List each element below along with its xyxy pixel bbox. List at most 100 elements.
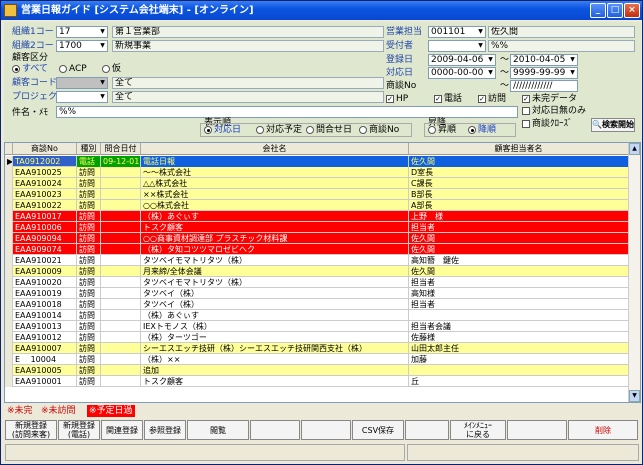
cell-kind: 訪問: [77, 299, 101, 310]
toroku-to-select[interactable]: 2010-04-05 ▼: [510, 54, 578, 66]
cell-no: EAA910019: [13, 288, 77, 299]
main-menu-button[interactable]: ﾒｲﾝﾒﾆｭｰ に戻る: [450, 420, 506, 440]
row-indicator: [5, 277, 13, 288]
csv-button[interactable]: CSV保存: [352, 420, 404, 440]
shodan-input[interactable]: /////////////: [510, 80, 578, 92]
table-row[interactable]: EAA910025 訪問 ～～株式会社 D室長: [5, 167, 629, 178]
taio-to-select[interactable]: 9999-99-99 ▼: [510, 67, 578, 79]
taio-from-select[interactable]: 0000-00-00 ▼: [428, 67, 496, 79]
table-row[interactable]: EAA910006 訪問 トスク顧客 担当者: [5, 222, 629, 233]
table-row[interactable]: EAA910009 訪問 月来締/全体会議 佐久間: [5, 266, 629, 277]
view-button[interactable]: 閲覧: [187, 420, 249, 440]
minimize-button[interactable]: _: [590, 3, 606, 18]
toroku-from-select[interactable]: 2009-04-06 ▼: [428, 54, 496, 66]
cell-no: EAA910022: [13, 200, 77, 211]
maximize-button[interactable]: □: [607, 3, 623, 18]
cell-kind: 訪問: [77, 354, 101, 365]
cell-company: ××株式会社: [141, 189, 409, 200]
table-row[interactable]: EAA910020 訪問 タツベイモマトリタツ（株） 担当者: [5, 277, 629, 288]
cell-kind: 訪問: [77, 288, 101, 299]
cell-person: 担当者会議: [409, 321, 629, 332]
blank-button-2[interactable]: [301, 420, 351, 440]
taio-nashi-checkbox[interactable]: 対応日無のみ: [522, 105, 586, 117]
col-date[interactable]: 問合日付: [101, 143, 141, 155]
scroll-up-icon[interactable]: ▲: [629, 143, 640, 155]
cell-company: ○○商事資材調達部 プラスチック材料課: [141, 233, 409, 244]
asc-radio[interactable]: 昇順: [428, 124, 456, 136]
col-person[interactable]: 顧客担当者名: [409, 143, 629, 155]
row-indicator: [5, 299, 13, 310]
cell-company: タツベイモマトリタツ（株）: [141, 277, 409, 288]
blank-button-3[interactable]: [405, 420, 449, 440]
kubun-all-radio[interactable]: すべて: [12, 63, 48, 75]
related-button[interactable]: 関連登録: [101, 420, 143, 440]
cell-company: 月来締/全体会議: [141, 266, 409, 277]
new-tel-button[interactable]: 新規登録 (電話): [58, 420, 100, 440]
cell-kind: 訪問: [77, 233, 101, 244]
cell-no: TA0912002: [13, 156, 77, 167]
kubun-acp-radio[interactable]: ACP: [59, 63, 87, 75]
eigyo-code-select[interactable]: 001101 ▼: [428, 26, 486, 38]
table-row[interactable]: EAA910017 訪問 （株）あぐぃす 上野 様: [5, 211, 629, 222]
hp-checkbox[interactable]: ✓ HP: [386, 93, 408, 105]
uketsuke-select[interactable]: ▼: [428, 40, 486, 52]
table-row[interactable]: EAA910019 訪問 タツベイ（株） 高知様: [5, 288, 629, 299]
table-row[interactable]: EAA910014 訪問 （株）あぐぃす: [5, 310, 629, 321]
visit-checkbox[interactable]: ✓ 訪問: [478, 93, 506, 105]
scroll-down-icon[interactable]: ▼: [629, 390, 640, 402]
new-visit-button[interactable]: 新規登録 (訪問来客): [5, 420, 57, 440]
sort-yotei-radio[interactable]: 対応予定: [256, 124, 302, 136]
ref-button[interactable]: 参照登録: [144, 420, 186, 440]
kokyaku-code-select[interactable]: ▼: [56, 77, 108, 89]
kenmei-input[interactable]: %%: [56, 106, 518, 118]
cell-company: ～～株式会社: [141, 167, 409, 178]
table-row[interactable]: EAA909074 訪問 （株）タ知コツツマロゼビヘク 佐久間: [5, 244, 629, 255]
table-row[interactable]: EAA910013 訪問 IEXトモノス（株） 担当者会議: [5, 321, 629, 332]
kumi1-code-select[interactable]: 17 ▼: [56, 26, 108, 38]
kumi2-code-select[interactable]: 1700 ▼: [56, 40, 108, 52]
blank-button-1[interactable]: [250, 420, 300, 440]
blank-button-4[interactable]: [507, 420, 567, 440]
table-row[interactable]: E 10004 訪問 （株）×× 加藤: [5, 354, 629, 365]
sort-taio-radio[interactable]: 対応日: [204, 124, 241, 136]
cell-date: [101, 321, 141, 332]
table-row[interactable]: ▶ TA0912002 電話 09-12-01 電話日報 佐久間: [5, 156, 629, 167]
table-row[interactable]: EAA910018 訪問 タツベイ（株） 担当者: [5, 299, 629, 310]
kubun-temp-radio[interactable]: 仮: [102, 63, 121, 75]
cell-no: EAA910005: [13, 365, 77, 376]
table-row[interactable]: EAA910007 訪問 シーエスエッチ技研（株）シーエスエッチ技研関西支社（株）山…: [5, 343, 629, 354]
sort-shodan-radio[interactable]: 商談No: [359, 124, 399, 136]
table-row[interactable]: EAA910005 訪問 追加: [5, 365, 629, 376]
cell-company: （株）ターツゴー: [141, 332, 409, 343]
table-row[interactable]: EAA910023 訪問 ××株式会社 B部長: [5, 189, 629, 200]
table-row[interactable]: EAA910012 訪問 （株）ターツゴー 佐藤様: [5, 332, 629, 343]
row-indicator: [5, 167, 13, 178]
close-checkbox[interactable]: 商談ｸﾛｰｽﾞ: [522, 118, 573, 130]
vertical-scrollbar[interactable]: ▲ ▼: [628, 143, 640, 402]
mikan-checkbox[interactable]: ✓ 未完データ: [522, 93, 577, 105]
chevron-down-icon: ▼: [476, 41, 485, 51]
col-company[interactable]: 会社名: [141, 143, 409, 155]
project-select[interactable]: ▼: [56, 91, 108, 103]
sort-toiawase-radio[interactable]: 問合せ日: [306, 124, 352, 136]
cell-no: EAA910006: [13, 222, 77, 233]
table-row[interactable]: EAA910021 訪問 タツベイモマトリタツ（株） 高知簪 鍵佐: [5, 255, 629, 266]
chevron-down-icon: ▼: [98, 92, 107, 102]
close-button[interactable]: ×: [624, 3, 640, 18]
delete-button[interactable]: 削除: [568, 420, 638, 440]
col-kind[interactable]: 種別: [77, 143, 101, 155]
row-indicator: [5, 354, 13, 365]
desc-radio[interactable]: 降順: [468, 124, 496, 136]
tel-checkbox[interactable]: ✓ 電話: [434, 93, 462, 105]
table-row[interactable]: EAA910001 訪問 トスク顧客丘: [5, 376, 629, 387]
table-row[interactable]: EAA910022 訪問 ○○株式会社 A部長: [5, 200, 629, 211]
table-row[interactable]: EAA909094 訪問 ○○商事資材調達部 プラスチック材料課 佐久間: [5, 233, 629, 244]
table-row[interactable]: EAA910024 訪問 △△株式会社 C課長: [5, 178, 629, 189]
search-start-button[interactable]: 🔍検索開始: [591, 118, 635, 132]
cell-date: [101, 178, 141, 189]
col-shodan-no[interactable]: 商談No: [13, 143, 77, 155]
cell-person: 佐藤様: [409, 332, 629, 343]
cell-date: [101, 211, 141, 222]
cell-person: A部長: [409, 200, 629, 211]
cell-date: [101, 189, 141, 200]
